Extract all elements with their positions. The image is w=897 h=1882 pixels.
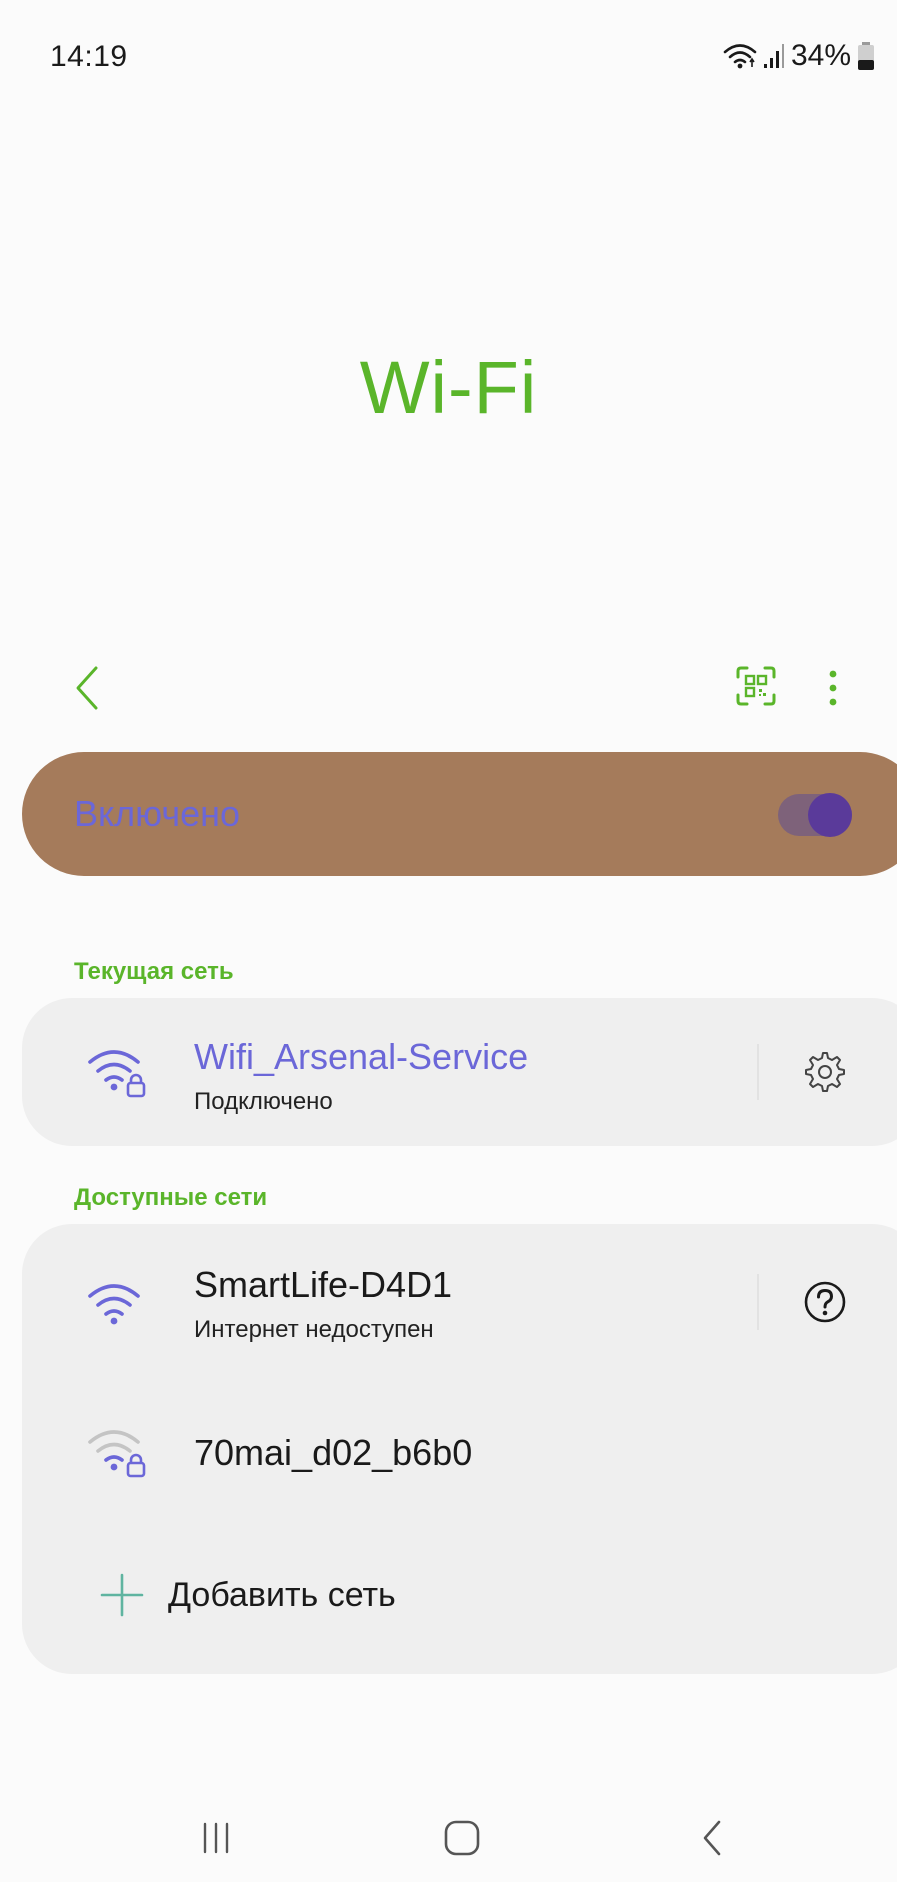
network-row-smartlife[interactable]: SmartLife-D4D1 Интернет недоступен [22,1224,897,1384]
wifi-icon [723,41,757,71]
toggle-knob [808,793,852,837]
back-icon [76,666,98,710]
wifi-lock-icon [88,1430,146,1478]
qr-code-icon [736,666,776,706]
signal-icon [763,42,785,70]
add-network-button[interactable]: Добавить сеть [22,1540,897,1650]
wifi-master-toggle[interactable]: Включено [22,752,897,876]
network-name: Wifi_Arsenal-Service [194,1036,529,1077]
current-network-card: Wifi_Arsenal-Service Подключено [22,998,897,1146]
wifi-icon [88,1284,140,1325]
network-status: Подключено [194,1088,333,1115]
more-options-icon [829,670,837,706]
row-divider [757,1274,759,1330]
available-networks-header: Доступные сети [74,1184,268,1211]
status-icons: 34% [723,38,875,74]
wifi-toggle-label: Включено [74,793,241,834]
page-title: Wi-Fi [359,346,538,429]
wifi-lock-icon [88,1050,146,1098]
qr-scan-button[interactable] [732,662,780,710]
network-status: Интернет недоступен [194,1316,434,1343]
recent-apps-button[interactable] [186,1816,246,1860]
help-icon [804,1281,846,1323]
wifi-toggle-switch[interactable] [778,793,852,837]
plus-icon [100,1573,144,1617]
network-help-button[interactable] [797,1274,853,1330]
home-button[interactable] [432,1816,492,1860]
nav-back-icon [703,1820,721,1856]
wifi-settings-screen: 14:19 34% Wi-Fi Включено Текущая сеть Wi… [0,0,897,1882]
network-name: 70mai_d02_b6b0 [194,1432,473,1473]
network-row-70mai[interactable]: 70mai_d02_b6b0 [22,1384,897,1524]
status-time: 14:19 [50,40,128,73]
network-settings-button[interactable] [797,1044,853,1100]
available-networks-card: SmartLife-D4D1 Интернет недоступен 70mai… [22,1224,897,1674]
network-name: SmartLife-D4D1 [194,1264,453,1305]
network-row-current[interactable]: Wifi_Arsenal-Service Подключено [22,998,897,1146]
home-icon [444,1820,480,1856]
more-options-button[interactable] [815,660,851,716]
battery-icon [857,41,875,71]
nav-back-button[interactable] [682,1816,742,1860]
recent-apps-icon [203,1822,229,1854]
add-network-label: Добавить сеть [168,1576,396,1614]
current-network-header: Текущая сеть [74,958,234,985]
row-divider [757,1044,759,1100]
gear-icon [805,1052,845,1092]
battery-percentage: 34% [790,39,851,72]
back-button[interactable] [62,660,112,716]
